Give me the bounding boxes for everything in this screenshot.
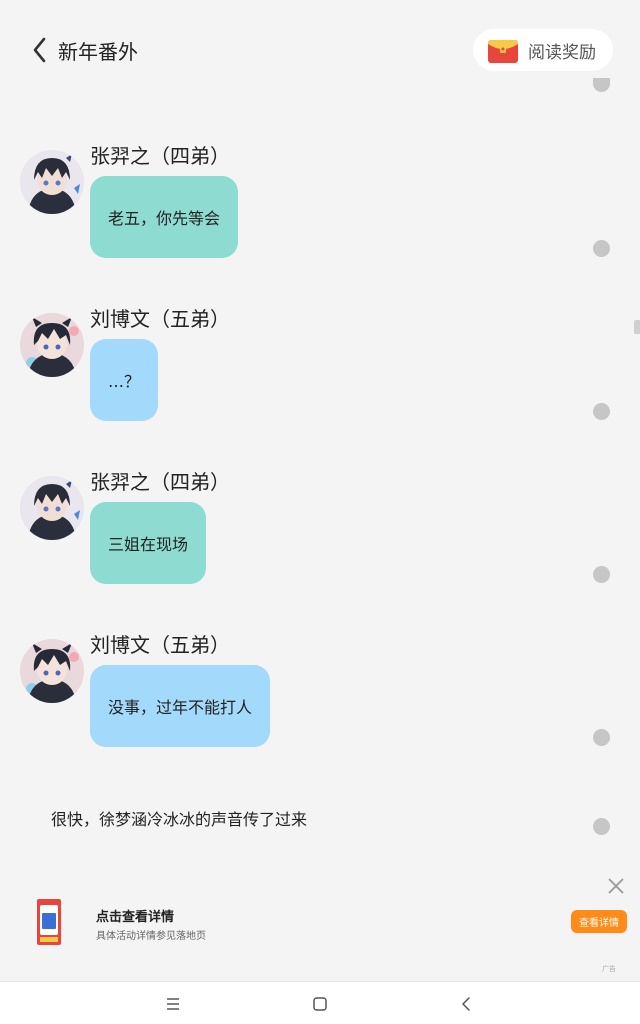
scroll-dot[interactable] — [593, 240, 610, 257]
menu-icon[interactable] — [163, 994, 183, 1014]
avatar-sixth[interactable] — [20, 150, 84, 214]
ad-banner[interactable]: 点击查看详情 具体活动详情参见落地页 查看详情 广告 — [0, 875, 640, 975]
avatar-illustration — [20, 150, 84, 214]
scroll-dot[interactable] — [593, 566, 610, 583]
avatar-illustration — [20, 476, 84, 540]
close-icon[interactable] — [605, 875, 627, 897]
message-bubble[interactable]: 三姐在现场 — [90, 502, 207, 584]
reading-reward-button[interactable]: 阅读奖励 — [473, 29, 613, 71]
back-button[interactable]: 新年番外 — [30, 32, 138, 68]
message-bubble[interactable]: 没事，过年不能打人 — [90, 665, 271, 747]
avatar-illustration — [20, 313, 84, 377]
scroll-dot[interactable] — [593, 729, 610, 746]
sender-name: 张羿之（四弟） — [90, 470, 230, 494]
ad-title: 点击查看详情 — [96, 910, 175, 925]
message-bubble[interactable]: 老五，你先等会 — [90, 176, 239, 258]
message-bubble[interactable]: …？ — [90, 339, 159, 421]
home-square-icon[interactable] — [310, 994, 330, 1014]
side-edge-handle[interactable] — [634, 320, 640, 334]
page-title: 新年番外 — [58, 39, 138, 64]
ad-tag: 广告 — [602, 965, 616, 973]
red-envelope-icon — [488, 40, 518, 63]
narration-text: 很快，徐梦涵冷冰冰的声音传了过来 — [51, 810, 308, 829]
sender-name: 刘博文（五弟） — [90, 633, 230, 657]
ad-subtitle: 具体活动详情参见落地页 — [96, 931, 206, 942]
sender-name: 刘博文（五弟） — [90, 307, 230, 331]
ad-view-details-button[interactable]: 查看详情 — [571, 910, 627, 933]
scroll-dot[interactable] — [593, 818, 610, 835]
system-navbar — [0, 981, 640, 1024]
sender-name: 张羿之（四弟） — [90, 144, 230, 168]
avatar-illustration — [20, 639, 84, 703]
avatar-fifth[interactable] — [20, 313, 84, 377]
ad-product-image — [37, 899, 61, 945]
avatar-sixth[interactable] — [20, 476, 84, 540]
avatar-fifth[interactable] — [20, 639, 84, 703]
scroll-dot[interactable] — [593, 403, 610, 420]
header: 新年番外 阅读奖励 — [0, 0, 640, 100]
back-chevron-icon[interactable] — [457, 994, 477, 1014]
reading-reward-label: 阅读奖励 — [528, 42, 596, 63]
chevron-left-icon — [33, 37, 46, 63]
